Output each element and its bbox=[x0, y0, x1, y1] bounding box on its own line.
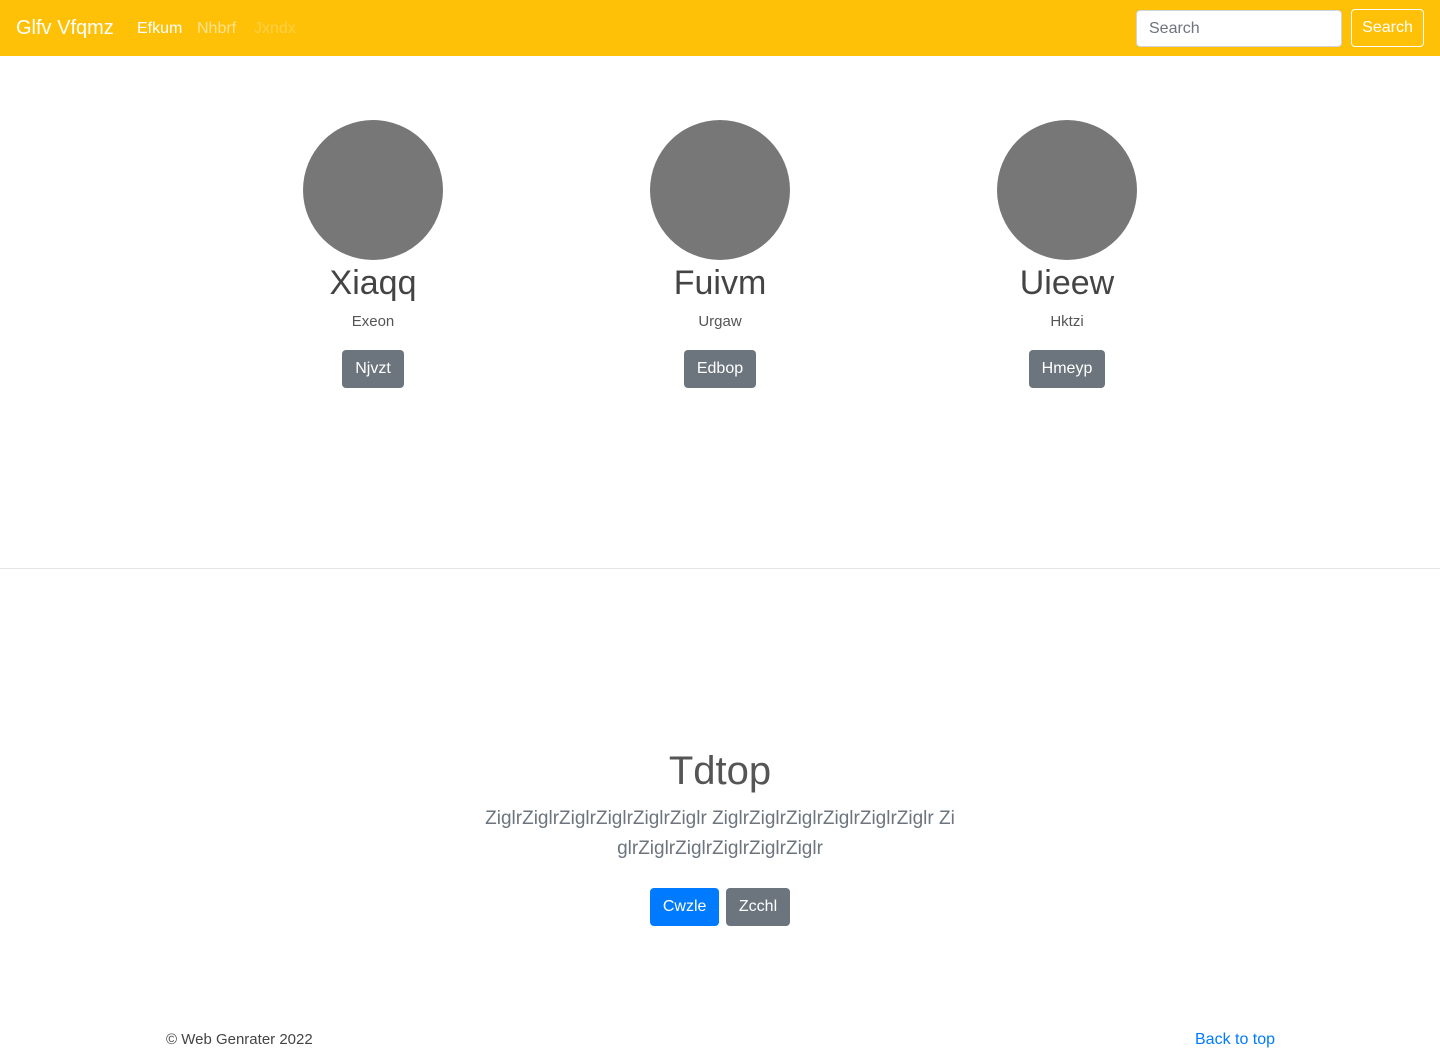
hero-primary-button[interactable]: Cwzle bbox=[649, 888, 720, 926]
navbar: Glfv Vfqmz Efkum Nhbrf Jxndx Search bbox=[0, 0, 1440, 56]
hero-actions: Cwzle Zcchl bbox=[420, 888, 1020, 926]
person-name: Uieew bbox=[1019, 264, 1115, 302]
person-role: Exeon bbox=[351, 313, 395, 330]
person-button[interactable]: Edbop bbox=[683, 350, 757, 388]
back-to-top-link[interactable]: Back to top bbox=[1195, 1030, 1275, 1050]
person-role: Hktzi bbox=[1050, 313, 1084, 330]
search-input[interactable] bbox=[1136, 10, 1342, 47]
nav-link-jxndx[interactable]: Jxndx bbox=[254, 19, 296, 39]
person-button[interactable]: Hmeyp bbox=[1028, 350, 1106, 388]
hero-text: ZiglrZiglrZiglrZiglrZiglrZiglr ZiglrZigl… bbox=[485, 808, 955, 859]
person-card: Xiaqq Exeon Njvzt bbox=[223, 120, 523, 388]
hero-section: Tdtop ZiglrZiglrZiglrZiglrZiglrZiglr Zig… bbox=[420, 748, 1020, 926]
avatar bbox=[303, 120, 443, 260]
person-name: Xiaqq bbox=[329, 264, 417, 302]
avatar bbox=[997, 120, 1137, 260]
person-card: Fuivm Urgaw Edbop bbox=[570, 120, 870, 388]
footer-copyright: © Web Genrater 2022 bbox=[166, 1031, 313, 1048]
person-card: Uieew Hktzi Hmeyp bbox=[917, 120, 1217, 388]
person-button[interactable]: Njvzt bbox=[342, 350, 404, 388]
search-button[interactable]: Search bbox=[1351, 9, 1424, 47]
nav-link-nhbrf[interactable]: Nhbrf bbox=[197, 19, 236, 39]
person-role: Urgaw bbox=[698, 313, 742, 330]
nav-link-efkum[interactable]: Efkum bbox=[137, 19, 182, 39]
hero-title: Tdtop bbox=[668, 749, 772, 793]
person-name: Fuivm bbox=[673, 264, 767, 302]
avatar bbox=[650, 120, 790, 260]
navbar-brand[interactable]: Glfv Vfqmz bbox=[16, 16, 114, 40]
hero-secondary-button[interactable]: Zcchl bbox=[725, 888, 791, 926]
divider bbox=[0, 568, 1440, 569]
